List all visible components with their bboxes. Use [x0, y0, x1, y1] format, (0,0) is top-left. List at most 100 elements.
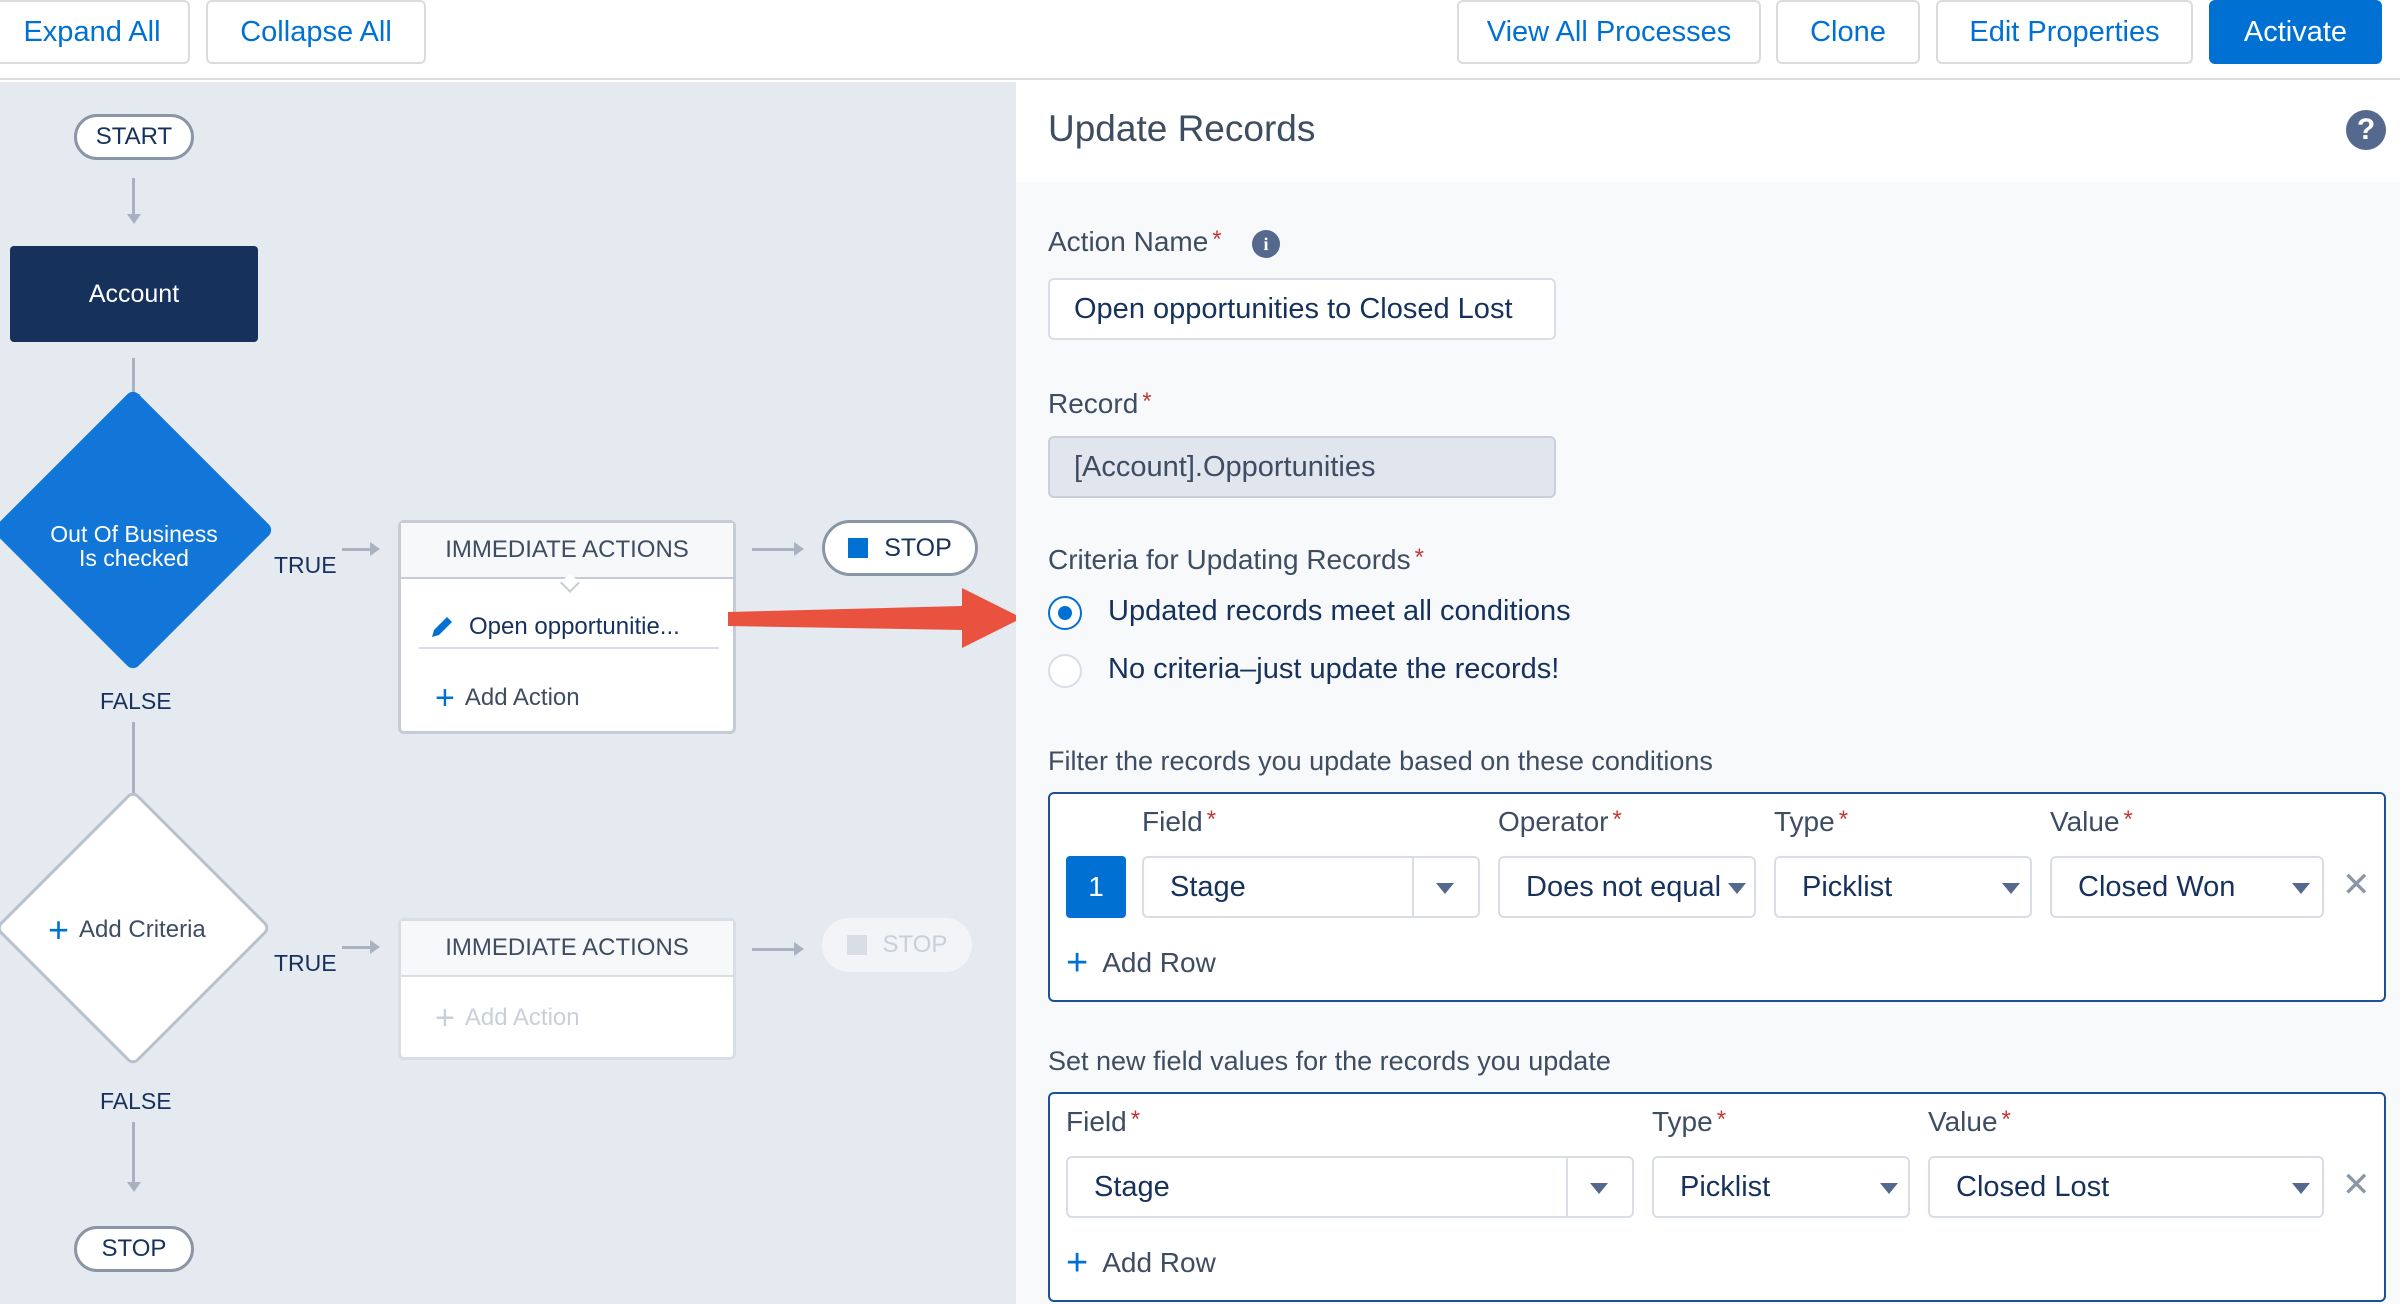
connector-line	[752, 548, 794, 551]
criteria-line-1: Out Of Business	[50, 521, 218, 547]
select-divider	[1566, 1158, 1568, 1216]
plus-icon: +	[435, 679, 455, 717]
select-divider	[1412, 858, 1414, 916]
toolbar: Expand All Collapse All View All Process…	[0, 0, 2400, 80]
criteria-node-label: Out Of Business Is checked	[10, 522, 258, 570]
remove-row-icon[interactable]: ✕	[2342, 868, 2371, 902]
filter-add-row[interactable]: + Add Row	[1066, 944, 1216, 982]
immediate-actions-header: IMMEDIATE ACTIONS	[401, 523, 733, 579]
filter-operator-select[interactable]: Does not equal	[1498, 856, 1756, 918]
required-marker: *	[1130, 1106, 1141, 1133]
action-item[interactable]: Open opportunitie...	[427, 607, 717, 647]
remove-row-icon[interactable]: ✕	[2342, 1168, 2371, 1202]
panel-header: Update Records ?	[1016, 82, 2400, 182]
stop-node: STOP	[822, 520, 978, 576]
red-arrow-icon	[728, 588, 1022, 648]
arrow-down-icon	[127, 1182, 141, 1192]
required-marker: *	[1612, 806, 1622, 833]
set-values-box: Field * Type * Value * Stage Picklist Close…	[1048, 1092, 2386, 1302]
add-action-label: Add Action	[464, 684, 580, 711]
add-criteria-label: Add Criteria	[79, 916, 206, 943]
col-value-text: Value	[2050, 806, 2120, 837]
radio-all-conditions[interactable]	[1048, 596, 1082, 630]
stop-end-node: STOP	[74, 1226, 194, 1272]
edit-properties-button[interactable]: Edit Properties	[1936, 0, 2193, 64]
record-label-text: Record	[1048, 388, 1139, 419]
arrow-right-icon	[370, 542, 380, 556]
set-col-field: Field *	[1066, 1106, 1140, 1138]
add-action-link[interactable]: + Add Action	[435, 681, 580, 715]
filter-field-select[interactable]: Stage	[1142, 856, 1480, 918]
required-marker: *	[2123, 806, 2133, 833]
action-name-input[interactable]: Open opportunities to Closed Lost	[1048, 278, 1556, 340]
process-canvas: START Account Out Of Business Is checked…	[0, 82, 1016, 1304]
filter-operator-value: Does not equal	[1526, 870, 1722, 903]
filter-col-type: Type *	[1774, 806, 1848, 838]
arrow-down-icon	[127, 214, 141, 224]
pencil-icon	[432, 617, 452, 637]
radio-no-criteria[interactable]	[1048, 654, 1082, 688]
set-add-row[interactable]: + Add Row	[1066, 1244, 1216, 1282]
info-icon[interactable]: i	[1252, 230, 1280, 258]
plus-icon: +	[1066, 942, 1089, 984]
connector-line	[132, 178, 135, 214]
chevron-down-icon	[1728, 883, 1746, 894]
expand-all-button[interactable]: Expand All	[0, 0, 190, 64]
action-name-label: Action Name *	[1048, 226, 1222, 258]
col-value-text: Value	[1928, 1106, 1998, 1137]
immediate-actions-box: IMMEDIATE ACTIONS + Add Action	[398, 918, 736, 1060]
update-records-panel: Update Records ? Action Name * i Open opp…	[1016, 82, 2400, 1304]
filter-conditions-box: Field * Operator * Type * Value * 1 Stage Do…	[1048, 792, 2386, 1002]
set-value-select[interactable]: Closed Lost	[1928, 1156, 2324, 1218]
add-row-label: Add Row	[1102, 947, 1216, 978]
required-marker: *	[1716, 1106, 1727, 1133]
panel-title: Update Records	[1048, 108, 1316, 149]
set-field-value: Stage	[1094, 1170, 1170, 1203]
stop-node-inactive: STOP	[822, 918, 972, 972]
activate-button[interactable]: Activate	[2209, 0, 2382, 64]
stop-label: STOP	[884, 533, 952, 562]
record-field[interactable]: [Account].Opportunities	[1048, 436, 1556, 498]
object-node-account[interactable]: Account	[10, 246, 258, 342]
filter-col-operator: Operator *	[1498, 806, 1622, 838]
required-marker: *	[1838, 806, 1849, 833]
stop-square-icon	[848, 538, 869, 558]
add-criteria-link[interactable]: + Add Criteria	[48, 912, 206, 948]
add-action-link[interactable]: + Add Action	[435, 1001, 580, 1035]
col-field-text: Field	[1142, 806, 1203, 837]
set-col-value: Value *	[1928, 1106, 2011, 1138]
set-col-type: Type *	[1652, 1106, 1726, 1138]
clone-button[interactable]: Clone	[1776, 0, 1920, 64]
required-marker: *	[1142, 388, 1152, 415]
filter-value-select[interactable]: Closed Won	[2050, 856, 2324, 918]
set-type-select[interactable]: Picklist	[1652, 1156, 1910, 1218]
view-all-processes-button[interactable]: View All Processes	[1457, 0, 1761, 64]
start-node: START	[74, 114, 194, 160]
filter-value-value: Closed Won	[2078, 870, 2236, 903]
filter-field-value: Stage	[1170, 870, 1246, 903]
filter-type-value: Picklist	[1802, 870, 1893, 903]
chevron-down-icon	[2002, 883, 2020, 894]
false-label: FALSE	[100, 1088, 172, 1114]
set-type-value: Picklist	[1680, 1170, 1771, 1203]
required-marker: *	[1206, 806, 1217, 833]
connector-line	[342, 548, 370, 551]
add-action-label: Add Action	[464, 1004, 580, 1031]
radio-no-criteria-label[interactable]: No criteria–just update the records!	[1108, 653, 1559, 686]
arrow-right-icon	[794, 942, 804, 956]
filter-col-value: Value *	[2050, 806, 2133, 838]
immediate-actions-header: IMMEDIATE ACTIONS	[401, 921, 733, 977]
help-icon[interactable]: ?	[2346, 110, 2386, 150]
collapse-all-button[interactable]: Collapse All	[206, 0, 426, 64]
connector-line	[752, 948, 794, 951]
set-field-select[interactable]: Stage	[1066, 1156, 1634, 1218]
required-marker: *	[1212, 226, 1222, 253]
radio-all-conditions-label[interactable]: Updated records meet all conditions	[1108, 595, 1571, 628]
arrow-right-icon	[794, 542, 804, 556]
filter-type-select[interactable]: Picklist	[1774, 856, 2032, 918]
record-label: Record *	[1048, 388, 1152, 420]
true-label: TRUE	[274, 552, 337, 578]
true-label: TRUE	[274, 950, 337, 976]
add-row-label: Add Row	[1102, 1247, 1216, 1278]
col-field-text: Field	[1066, 1106, 1127, 1137]
